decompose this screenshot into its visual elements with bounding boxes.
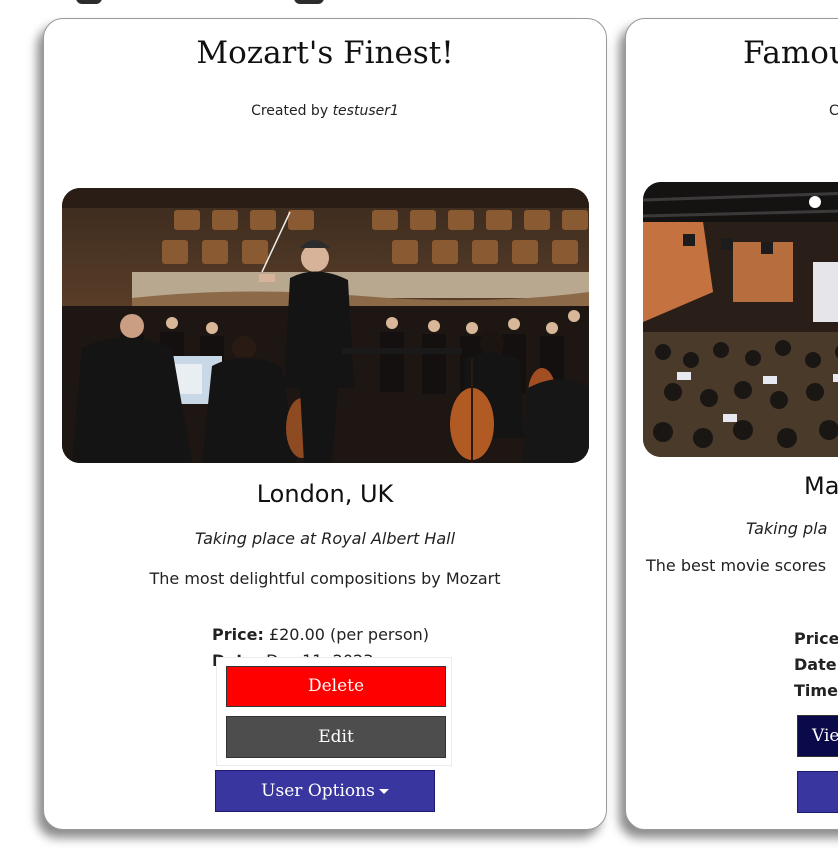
orchestra-photo (62, 188, 589, 463)
creator-username: testuser1 (332, 103, 399, 119)
event-location: London, UK (256, 480, 394, 508)
price-label: Price: (212, 625, 264, 644)
user-options-menu: Delete Edit (216, 657, 452, 766)
event-card: Famou C (625, 18, 838, 830)
price-value: £20.00 (per person) (268, 625, 429, 644)
user-options-label: User Options (261, 781, 375, 801)
delete-button[interactable]: Delete (226, 666, 446, 707)
concert-hall-photo (643, 182, 838, 457)
date-row: Date (794, 652, 838, 678)
time-row: Time (794, 678, 838, 704)
event-title: Famou (743, 35, 838, 71)
event-description: The most delightful compositions by Moza… (149, 569, 501, 588)
price-label: Price (794, 629, 838, 648)
event-image (643, 182, 838, 457)
event-description: The best movie scores (646, 556, 827, 575)
events-page: Mozart's Finest! Created by testuser1 Lo… (0, 0, 838, 852)
price-row: Price (794, 626, 838, 652)
view-button[interactable]: Vie (797, 715, 838, 757)
event-venue: Taking place at Royal Albert Hall (194, 529, 456, 548)
event-image (62, 188, 589, 463)
event-location: Ma (804, 472, 838, 500)
user-options-button[interactable] (797, 771, 838, 813)
edit-button[interactable]: Edit (226, 716, 446, 758)
user-options-button[interactable]: User Options (215, 770, 435, 812)
event-card: Mozart's Finest! Created by testuser1 Lo… (43, 18, 607, 830)
created-by-label: Created by (251, 103, 329, 119)
event-creator: C (829, 103, 838, 119)
event-details: Price Date Time (794, 626, 838, 704)
event-venue: Taking pla (746, 519, 828, 538)
page-heading-fragment (76, 0, 326, 4)
time-label: Time (794, 681, 838, 700)
event-title: Mozart's Finest! (196, 35, 454, 71)
date-label: Date (794, 655, 837, 674)
price-row: Price: £20.00 (per person) (212, 622, 429, 648)
event-creator: Created by testuser1 (44, 103, 606, 119)
caret-down-icon (378, 789, 389, 794)
